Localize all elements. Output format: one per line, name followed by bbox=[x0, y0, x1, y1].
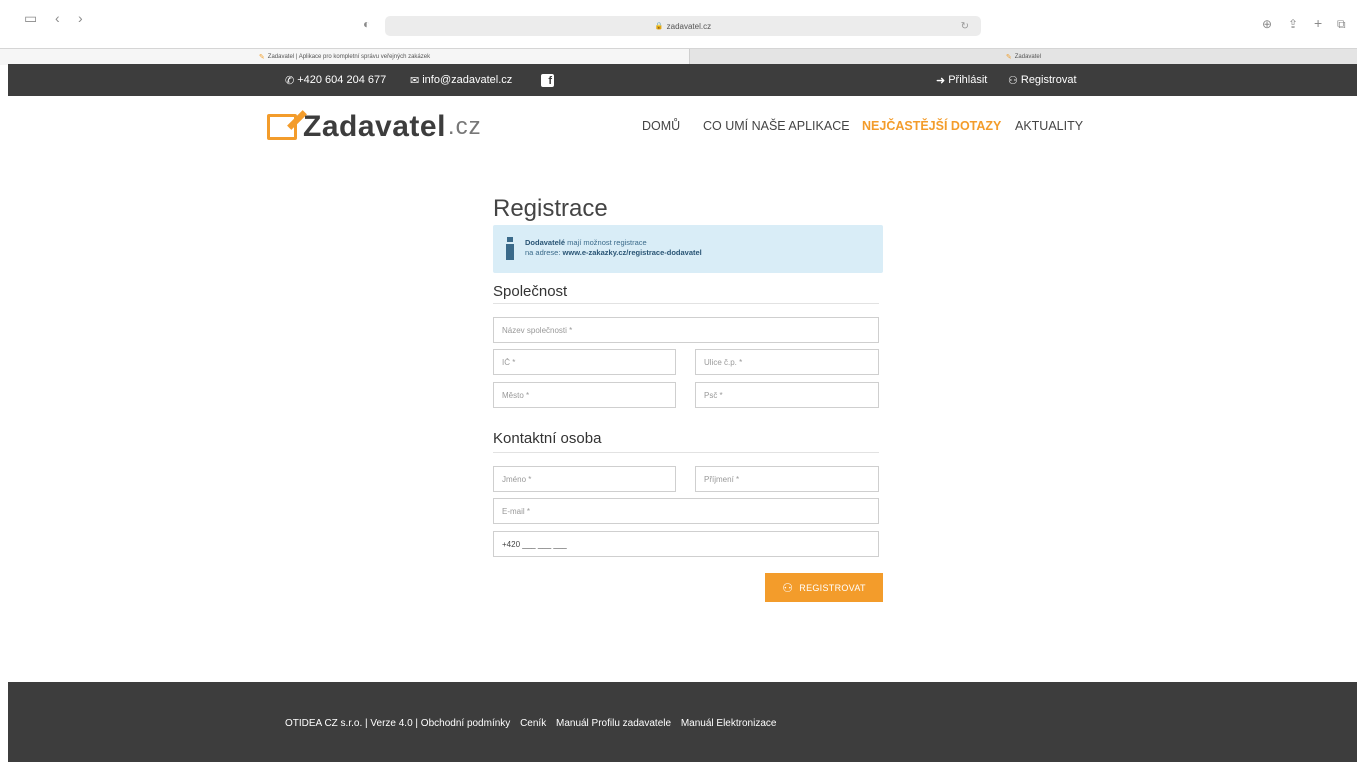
page-title: Registrace bbox=[493, 195, 608, 222]
reload-icon[interactable]: ↻ bbox=[961, 21, 969, 32]
footer-company-info[interactable]: OTIDEA CZ s.r.o. | Verze 4.0 | Obchodní … bbox=[285, 718, 510, 729]
tab-label: Zadavatel bbox=[1014, 54, 1042, 60]
email-link[interactable]: ✉ info@zadavatel.cz bbox=[410, 64, 512, 96]
share-icon[interactable]: ⇪ bbox=[1288, 14, 1298, 34]
login-icon: ➜ bbox=[936, 74, 946, 87]
facebook-icon: f bbox=[541, 73, 554, 87]
download-icon[interactable]: ⊕ bbox=[1262, 14, 1272, 34]
section-company-title: Společnost bbox=[493, 283, 568, 300]
tab-zadavatel-app[interactable]: ✎ Zadavatel | Aplikace pro kompletní spr… bbox=[0, 49, 690, 65]
city-input[interactable] bbox=[493, 382, 676, 408]
facebook-link[interactable]: f bbox=[541, 64, 554, 96]
favicon-icon: ✎ bbox=[1005, 54, 1012, 61]
zip-input[interactable] bbox=[695, 382, 879, 408]
nav-news[interactable]: AKTUALITY bbox=[1015, 119, 1083, 133]
tab-overview-icon[interactable]: ⧉ bbox=[1337, 14, 1346, 34]
top-contact-bar: ✆ +420 604 204 677 ✉ info@zadavatel.cz f… bbox=[8, 64, 1357, 96]
privacy-shield-icon[interactable]: ◐ bbox=[363, 14, 370, 34]
logo-tld: .cz bbox=[447, 113, 482, 140]
user-icon: ⚇ bbox=[1008, 74, 1018, 87]
logo-icon bbox=[267, 114, 297, 140]
company-name-input[interactable] bbox=[493, 317, 879, 343]
info-link[interactable]: www.e-zakazky.cz/registrace-dodavatel bbox=[563, 248, 702, 257]
new-tab-icon[interactable]: + bbox=[1314, 13, 1322, 33]
last-name-input[interactable] bbox=[695, 466, 879, 492]
nav-features[interactable]: CO UMÍ NAŠE APLIKACE bbox=[703, 119, 850, 133]
register-button-label: REGISTROVAT bbox=[799, 582, 866, 593]
info-alert: Dodavatelé mají možnost registrace na ad… bbox=[493, 225, 883, 273]
phone-link[interactable]: ✆ +420 604 204 677 bbox=[285, 64, 386, 96]
tab-bar: ✎ Zadavatel | Aplikace pro kompletní spr… bbox=[0, 48, 1357, 65]
divider bbox=[493, 303, 879, 304]
section-contact-title: Kontaktní osoba bbox=[493, 430, 602, 447]
lock-icon: 🔒 bbox=[654, 23, 664, 30]
email-input[interactable] bbox=[493, 498, 879, 524]
forward-icon[interactable]: › bbox=[78, 8, 83, 28]
footer-links: OTIDEA CZ s.r.o. | Verze 4.0 | Obchodní … bbox=[285, 718, 783, 729]
footer-pricing-link[interactable]: Ceník bbox=[520, 718, 546, 729]
logo-name: Zadavatel bbox=[303, 110, 446, 143]
user-icon: ⚇ bbox=[782, 580, 794, 595]
nav-home[interactable]: DOMŮ bbox=[642, 119, 680, 133]
register-link[interactable]: ⚇ Registrovat bbox=[1008, 64, 1077, 96]
register-label: Registrovat bbox=[1020, 74, 1077, 86]
site-logo[interactable]: Zadavatel .cz bbox=[267, 109, 482, 145]
sidebar-toggle-icon[interactable]: ▭ bbox=[24, 8, 37, 28]
tab-zadavatel[interactable]: ✎ Zadavatel bbox=[690, 49, 1357, 65]
back-icon[interactable]: ‹ bbox=[55, 8, 60, 28]
address-bar[interactable]: 🔒 zadavatel.cz ↻ bbox=[385, 16, 981, 36]
phone-number: +420 604 204 677 bbox=[297, 74, 387, 86]
ic-input[interactable] bbox=[493, 349, 676, 375]
first-name-input[interactable] bbox=[493, 466, 676, 492]
favicon-icon: ✎ bbox=[258, 54, 265, 61]
phone-icon: ✆ bbox=[285, 74, 295, 87]
url-text: zadavatel.cz bbox=[666, 21, 712, 31]
browser-chrome: ▭ ‹ › ◐ 🔒 zadavatel.cz ↻ ⊕ ⇪ + ⧉ bbox=[0, 0, 1357, 48]
login-link[interactable]: ➜ Přihlásit bbox=[936, 64, 987, 96]
info-icon bbox=[505, 237, 515, 261]
street-input[interactable] bbox=[695, 349, 879, 375]
info-text-1: mají možnost registrace bbox=[565, 238, 647, 247]
footer-manual-electronization-link[interactable]: Manuál Elektronizace bbox=[681, 718, 777, 729]
email-address: info@zadavatel.cz bbox=[422, 74, 513, 86]
footer-manual-profile-link[interactable]: Manuál Profilu zadavatele bbox=[556, 718, 671, 729]
info-bold: Dodavatelé bbox=[525, 238, 566, 247]
tab-label: Zadavatel | Aplikace pro kompletní správ… bbox=[267, 54, 431, 60]
nav-faq[interactable]: NEJČASTĚJŠÍ DOTAZY bbox=[862, 119, 1001, 133]
register-button[interactable]: ⚇ REGISTROVAT bbox=[765, 573, 883, 602]
divider bbox=[493, 452, 879, 453]
footer: OTIDEA CZ s.r.o. | Verze 4.0 | Obchodní … bbox=[8, 682, 1357, 762]
info-text: Dodavatelé mají možnost registrace na ad… bbox=[525, 238, 702, 258]
mail-icon: ✉ bbox=[410, 74, 420, 87]
phone-input[interactable] bbox=[493, 531, 879, 557]
login-label: Přihlásit bbox=[948, 74, 988, 86]
info-text-2: na adrese: bbox=[525, 248, 563, 257]
